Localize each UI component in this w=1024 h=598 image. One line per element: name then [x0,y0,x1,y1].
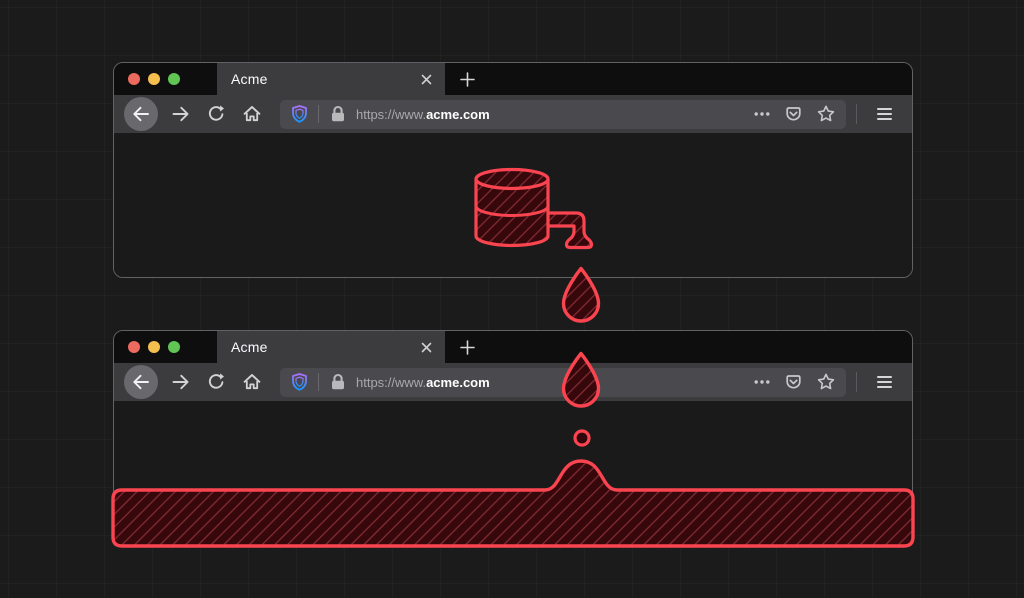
tab-close-icon[interactable] [420,73,433,86]
close-window-button[interactable] [128,341,140,353]
tab-acme[interactable]: Acme [217,331,445,363]
close-window-button[interactable] [128,73,140,85]
bookmark-button[interactable] [816,372,836,392]
lock-icon[interactable] [328,372,348,392]
navigation-toolbar: https://www.acme.com [114,363,912,401]
window-controls [114,331,217,363]
tab-title: Acme [231,71,420,87]
illustration-page: { "page": { "background_color": "#1b1b1b… [0,0,1024,598]
zoom-window-button[interactable] [168,341,180,353]
url-text: https://www.acme.com [356,107,490,122]
new-tab-button[interactable] [445,63,489,95]
menu-button[interactable] [866,365,902,399]
zoom-window-button[interactable] [168,73,180,85]
minimize-window-button[interactable] [148,73,160,85]
leak-drop-icon [559,266,603,324]
navigation-toolbar: https://www.acme.com [114,95,912,133]
save-to-pocket-button[interactable] [784,373,803,392]
reload-button[interactable] [198,97,234,131]
tracking-protection-shield-icon[interactable] [290,104,309,124]
toolbar-divider [856,104,857,124]
address-bar[interactable]: https://www.acme.com [280,100,846,129]
star-icon [816,372,836,392]
tab-acme[interactable]: Acme [217,63,445,95]
url-prefix: https://www. [356,375,426,390]
url-text: https://www.acme.com [356,375,490,390]
hamburger-icon [877,108,892,121]
tab-strip: Acme [114,331,912,363]
url-prefix: https://www. [356,107,426,122]
pocket-icon [784,373,803,392]
tab-title: Acme [231,339,420,355]
arrow-left-icon [131,104,151,124]
tab-strip: Acme [114,63,912,95]
toolbar-divider [856,372,857,392]
database-leak-icon [468,161,602,255]
page-actions-button[interactable] [753,105,771,123]
home-icon [242,104,262,124]
database-top [476,170,548,189]
star-icon [816,104,836,124]
divider [318,105,319,123]
home-button[interactable] [234,365,270,399]
divider [318,373,319,391]
reload-icon [206,372,226,392]
forward-button[interactable] [162,365,198,399]
minimize-window-button[interactable] [148,341,160,353]
arrow-right-icon [170,104,191,124]
page-actions-button[interactable] [753,373,771,391]
arrow-left-icon [131,372,151,392]
liquid-pool [109,455,917,551]
url-domain: acme.com [426,375,490,390]
leak-drop-icon [559,351,603,409]
arrow-right-icon [170,372,191,392]
home-icon [242,372,262,392]
reload-icon [206,104,226,124]
hamburger-icon [877,376,892,389]
ellipsis-icon [753,373,771,391]
back-button[interactable] [124,365,158,399]
save-to-pocket-button[interactable] [784,105,803,124]
tracking-protection-shield-icon[interactable] [290,372,309,392]
window-controls [114,63,217,95]
plus-icon [460,72,475,87]
lock-icon[interactable] [328,104,348,124]
reload-button[interactable] [198,365,234,399]
menu-button[interactable] [866,97,902,131]
tab-close-icon[interactable] [420,341,433,354]
forward-button[interactable] [162,97,198,131]
home-button[interactable] [234,97,270,131]
new-tab-button[interactable] [445,331,489,363]
back-button[interactable] [124,97,158,131]
plus-icon [460,340,475,355]
url-domain: acme.com [426,107,490,122]
pocket-icon [784,105,803,124]
ellipsis-icon [753,105,771,123]
bouncing-droplet-icon [570,426,594,450]
bookmark-button[interactable] [816,104,836,124]
